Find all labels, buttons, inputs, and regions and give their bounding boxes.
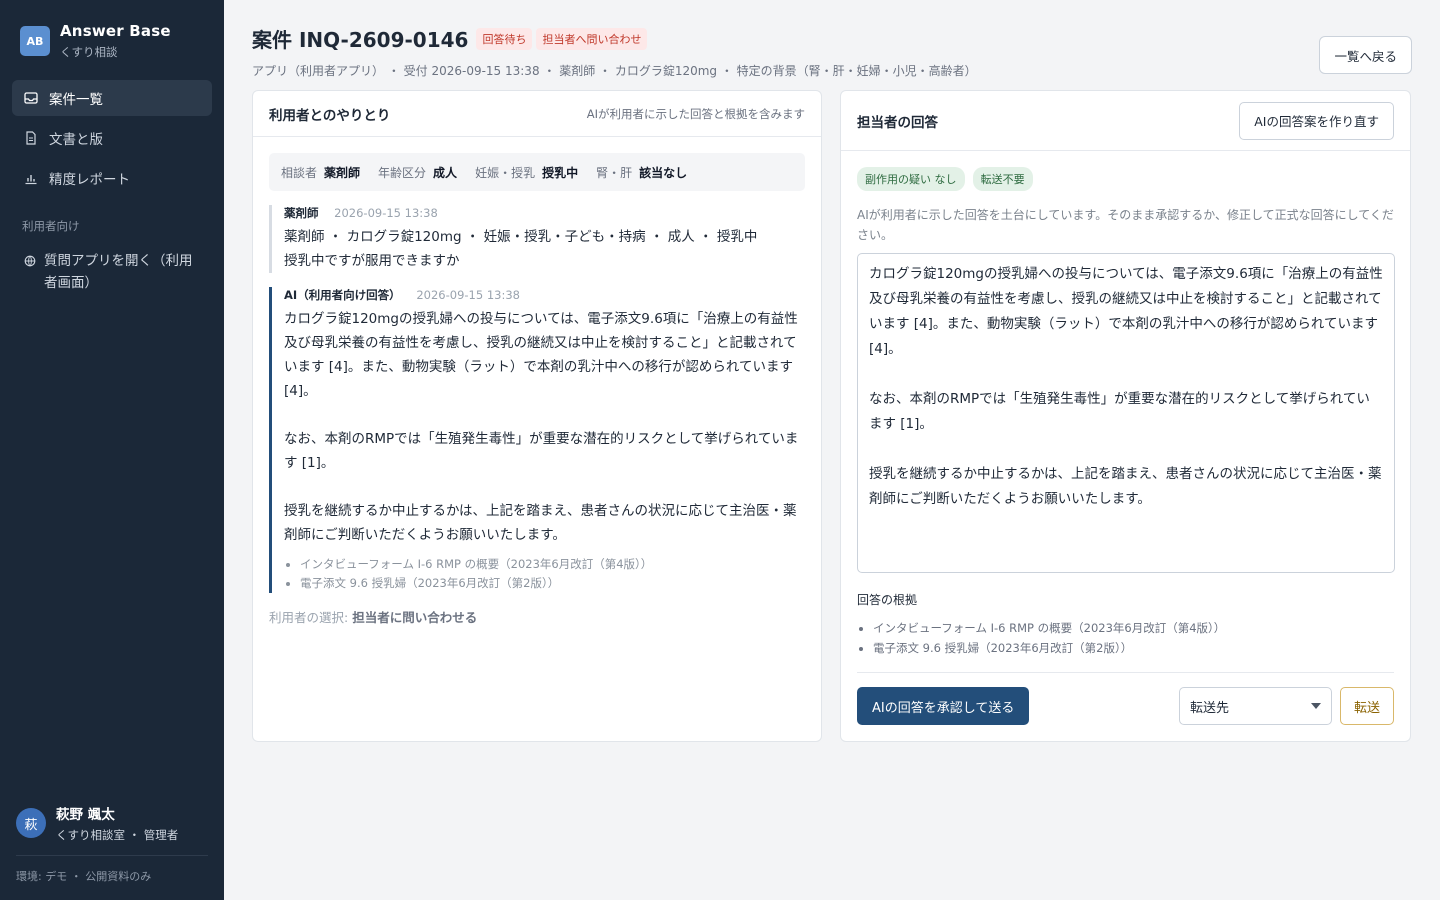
consultant-profile: 相談者 薬剤師 年齢区分 成人 妊娠・授乳 授乳中 腎・肝 該当なし: [269, 153, 805, 191]
avatar: 萩: [16, 808, 46, 838]
user-choice: 利用者の選択: 担当者に問い合わせる: [269, 607, 805, 626]
brand-title: Answer Base: [60, 22, 171, 40]
case-meta: アプリ（利用者アプリ） ・ 受付 2026-09-15 13:38 ・ 薬剤師 …: [252, 64, 977, 78]
select-value: 転送先: [1189, 700, 1229, 716]
profile-key: 腎・肝: [596, 165, 633, 180]
user-profile: 萩 萩野 颯太 くすり相談室 ・ 管理者: [0, 803, 224, 855]
profile-value: 該当なし: [639, 165, 688, 180]
source-item[interactable]: 電子添文 9.6 授乳婦（2023年6月改訂（第2版））: [300, 574, 805, 593]
contact-badge: 担当者へ問い合わせ: [536, 27, 648, 50]
sidebar-section-label: 利用者向け: [22, 219, 80, 233]
reply-title: 担当者の回答: [857, 114, 938, 131]
message-time: 2026-09-15 13:38: [334, 206, 438, 220]
choice-label: 利用者の選択:: [269, 610, 349, 625]
sidebar-item-accuracy-report[interactable]: 精度レポート: [12, 160, 212, 196]
conversation-hint: AIが利用者に示した回答と根拠を含みます: [586, 106, 805, 121]
document-icon: [24, 131, 38, 145]
page-title: 案件 INQ-2609-0146: [252, 28, 469, 52]
brand-logo: AB: [20, 26, 50, 56]
globe-icon: [24, 254, 36, 268]
sidebar: AB Answer Base くすり相談 案件一覧 文書と版 精度レポート 利用…: [0, 0, 224, 900]
main-content: 案件 INQ-2609-0146 回答待ち 担当者へ問い合わせ アプリ（利用者ア…: [224, 0, 1440, 900]
profile-key: 妊娠・授乳: [475, 165, 536, 180]
sidebar-item-label: 文書と版: [49, 132, 103, 148]
page-header: 案件 INQ-2609-0146 回答待ち 担当者へ問い合わせ アプリ（利用者ア…: [252, 24, 1412, 82]
basis-title: 回答の根拠: [857, 593, 918, 607]
back-to-list-button[interactable]: 一覧へ戻る: [1319, 36, 1412, 74]
sidebar-item-label: 精度レポート: [49, 172, 130, 188]
sidebar-item-label: 案件一覧: [49, 92, 103, 108]
brand-subtitle: くすり相談: [60, 45, 118, 59]
brand: AB Answer Base くすり相談: [0, 0, 224, 80]
message-author: AI（利用者向け回答）: [284, 288, 401, 302]
reply-panel: 担当者の回答 AIの回答案を作り直す 副作用の疑い なし 転送不要 AIが利用者…: [840, 90, 1411, 742]
sidebar-item-label: 質問アプリを開く（利用者画面）: [44, 253, 193, 291]
forward-button[interactable]: 転送: [1339, 687, 1394, 725]
environment-label: 環境: デモ ・ 公開資料のみ: [16, 855, 208, 900]
bar-chart-icon: [24, 171, 38, 185]
user-message: 薬剤師 2026-09-15 13:38 薬剤師 ・ カログラ錠120mg ・ …: [269, 205, 805, 273]
basis-item[interactable]: インタビューフォーム Ⅰ-6 RMP の概要（2023年6月改訂（第4版））: [873, 618, 1394, 638]
regenerate-ai-draft-button[interactable]: AIの回答案を作り直す: [1239, 101, 1394, 140]
conversation-panel: 利用者とのやりとり AIが利用者に示した回答と根拠を含みます 相談者 薬剤師 年…: [252, 90, 822, 742]
choice-value: 担当者に問い合わせる: [352, 610, 478, 625]
forwarding-tag: 転送不要: [972, 167, 1033, 191]
chevron-down-icon: [1310, 703, 1321, 709]
status-badge: 回答待ち: [476, 27, 533, 50]
message-text: カログラ錠120mgの授乳婦への投与については、電子添文9.6項に「治療上の有益…: [284, 311, 799, 543]
profile-value: 授乳中: [542, 165, 579, 180]
message-text: 薬剤師 ・ カログラ錠120mg ・ 妊娠・授乳・子ども・持病 ・ 成人 ・ 授…: [284, 229, 758, 269]
forward-destination-select[interactable]: 転送先: [1178, 687, 1332, 725]
profile-key: 年齢区分: [378, 165, 427, 180]
sidebar-item-documents[interactable]: 文書と版: [12, 120, 212, 156]
basis-list: インタビューフォーム Ⅰ-6 RMP の概要（2023年6月改訂（第4版）） 電…: [857, 618, 1394, 673]
message-author: 薬剤師: [284, 206, 319, 220]
ai-sources: インタビューフォーム Ⅰ-6 RMP の概要（2023年6月改訂（第4版）） 電…: [284, 555, 805, 593]
side-effect-tag: 副作用の疑い なし: [857, 167, 965, 191]
message-time: 2026-09-15 13:38: [416, 288, 520, 302]
profile-value: 成人: [433, 165, 458, 180]
sidebar-item-cases[interactable]: 案件一覧: [12, 80, 212, 116]
sidebar-item-open-question-app[interactable]: 質問アプリを開く（利用者画面）: [12, 242, 212, 302]
profile-value: 薬剤師: [324, 165, 361, 180]
ai-message: AI（利用者向け回答） 2026-09-15 13:38 カログラ錠120mgの…: [269, 287, 805, 593]
reply-note: AIが利用者に示した回答を土台にしています。そのまま承認するか、修正して正式な回…: [857, 208, 1394, 242]
inbox-icon: [24, 91, 38, 105]
approve-and-send-button[interactable]: AIの回答を承認して送る: [857, 687, 1030, 725]
user-name: 萩野 颯太: [56, 807, 115, 823]
reply-editor[interactable]: カログラ錠120mgの授乳婦への投与については、電子添文9.6項に「治療上の有益…: [857, 253, 1395, 573]
basis-item[interactable]: 電子添文 9.6 授乳婦（2023年6月改訂（第2版））: [873, 638, 1394, 658]
source-item[interactable]: インタビューフォーム Ⅰ-6 RMP の概要（2023年6月改訂（第4版））: [300, 555, 805, 574]
conversation-title: 利用者とのやりとり: [269, 107, 391, 124]
profile-key: 相談者: [281, 165, 318, 180]
user-role: くすり相談室 ・ 管理者: [56, 828, 179, 842]
sidebar-nav: 案件一覧 文書と版 精度レポート: [0, 80, 224, 200]
